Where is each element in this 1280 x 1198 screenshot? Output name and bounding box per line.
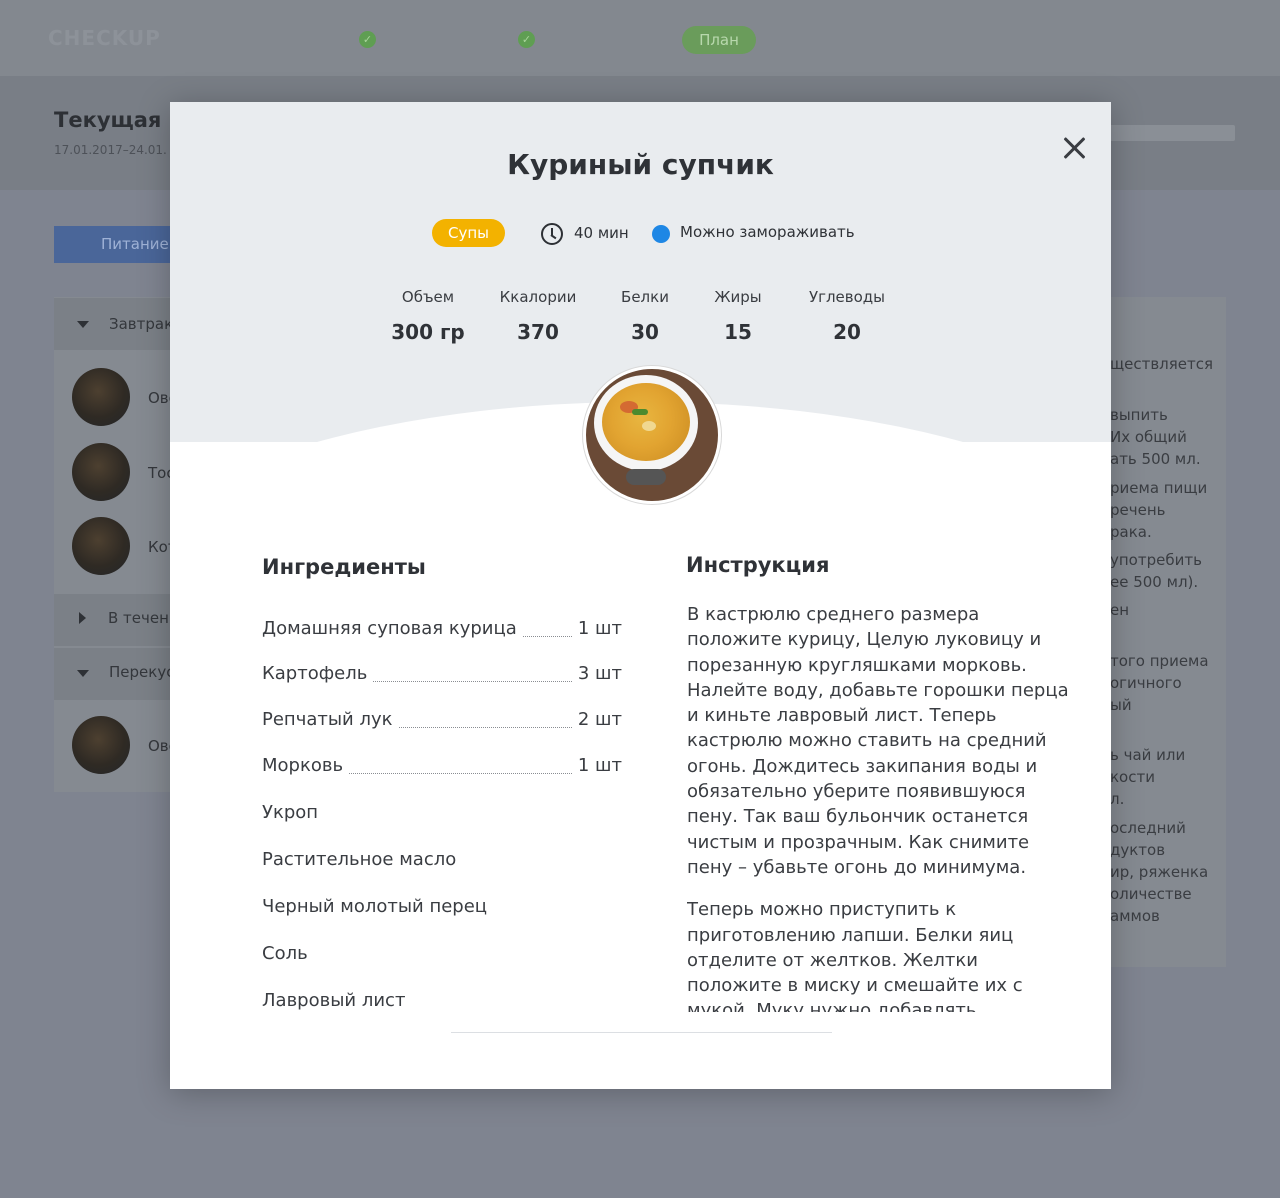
meal-thumbnail (72, 517, 130, 575)
nutrition-label-volume: Объем (401, 288, 455, 306)
recommendation-text: ир, ряженка (1110, 863, 1209, 881)
recommendation-text: риема пищи (1110, 479, 1208, 497)
page-dates: 17.01.2017–24.01. (54, 143, 167, 157)
ingredient-quantity: 1 шт (571, 755, 622, 776)
meal-thumbnail (72, 443, 130, 501)
recommendation-text: выпить (1110, 406, 1168, 424)
category-badge[interactable]: Супы (432, 219, 505, 247)
recommendation-text: ать 500 мл. (1110, 450, 1201, 468)
ingredient-row: Картофель 3 шт (262, 663, 622, 687)
nutrition-value-volume: 300 гр (391, 320, 465, 344)
plan-step-pill[interactable]: План (682, 26, 756, 54)
ingredients-heading: Ингредиенты (262, 555, 426, 579)
recommendation-text: дуктов (1110, 841, 1166, 859)
nutrition-label-carbs: Углеводы (808, 288, 886, 306)
ingredient-quantity: 1 шт (571, 618, 622, 639)
ingredient-name: Черный молотый перец (262, 896, 494, 917)
recommendation-text: Их общий (1110, 428, 1187, 446)
instruction-paragraph: В кастрюлю среднего размера положите кур… (687, 604, 1069, 878)
ingredient-row: Репчатый лук 2 шт (262, 709, 622, 733)
soup-detail (632, 409, 648, 415)
ingredient-row: Соль (262, 943, 622, 967)
clock-icon (541, 223, 563, 245)
nutrition-value-calories: 370 (517, 320, 559, 344)
instructions-heading: Инструкция (686, 553, 830, 577)
nutrition-value-carbs: 20 (833, 320, 861, 344)
soup-detail (642, 421, 656, 431)
ingredient-name: Растительное масло (262, 849, 463, 870)
ingredient-row: Морковь 1 шт (262, 755, 622, 779)
meal-group-label: В течени (108, 609, 179, 627)
spoon-shape (626, 469, 666, 485)
top-navigation-bar: CHECKUP ✓ ✓ План (0, 0, 1280, 76)
tab-nutrition[interactable]: Питание (54, 226, 174, 263)
ingredient-name: Соль (262, 943, 314, 964)
freeze-indicator-icon (652, 225, 670, 243)
recommendation-text: употребить (1110, 551, 1202, 569)
recommendation-text: оличестве (1110, 885, 1192, 903)
ingredient-row: Лавровый лист (262, 990, 622, 1014)
page-title: Текущая н (54, 108, 184, 132)
ingredient-name: Домашняя суповая курица (262, 618, 523, 639)
recommendation-text: рака. (1110, 523, 1152, 541)
cooking-time: 40 мин (574, 224, 629, 242)
freeze-label: Можно замораживать (680, 223, 855, 241)
ingredient-row: Растительное масло (262, 849, 622, 873)
nutrition-label-fat: Жиры (714, 288, 762, 306)
chevron-down-icon (77, 321, 89, 328)
meal-thumbnail (72, 716, 130, 774)
ingredient-name: Репчатый лук (262, 709, 399, 730)
ingredient-name: Картофель (262, 663, 374, 684)
search-bar[interactable] (1102, 125, 1235, 141)
ingredient-row: Домашняя суповая курица 1 шт (262, 618, 622, 642)
ingredient-row: Черный молотый перец (262, 896, 622, 920)
recommendation-text: ее 500 мл). (1110, 573, 1199, 591)
chevron-down-icon (77, 670, 89, 677)
step-2-check-icon: ✓ (518, 31, 535, 48)
recommendation-text: аммов (1110, 907, 1160, 925)
recommendation-text: огичного (1110, 674, 1182, 692)
nutrition-label-calories: Ккалории (499, 288, 577, 306)
dish-title: Куриный супчик (507, 148, 774, 181)
meal-group-label: Завтрак (109, 315, 174, 333)
ingredient-quantity: 2 шт (571, 709, 622, 730)
recommendation-text: того приема (1110, 652, 1209, 670)
ingredient-name: Морковь (262, 755, 350, 776)
app-logo[interactable]: CHECKUP (48, 26, 161, 50)
nutrition-value-fat: 15 (724, 320, 752, 344)
ingredient-quantity: 3 шт (571, 663, 622, 684)
instructions-text: В кастрюлю среднего размера положите кур… (687, 602, 1077, 1012)
recommendation-text: оследний (1110, 819, 1186, 837)
meal-thumbnail (72, 368, 130, 426)
ingredient-name: Укроп (262, 802, 325, 823)
recommendation-text: ь чай или (1110, 746, 1186, 764)
recommendation-text: ый (1110, 696, 1132, 714)
recommendation-text: ен (1110, 601, 1130, 619)
chevron-right-icon (79, 612, 86, 624)
recipe-modal: Куриный супчик Супы 40 мин Можно замораж… (170, 102, 1111, 1089)
recommendation-text: л. (1110, 790, 1125, 808)
recommendation-text: речень (1110, 501, 1166, 519)
step-1-check-icon: ✓ (359, 31, 376, 48)
ingredient-name: Лавровый лист (262, 990, 412, 1011)
modal-footer-divider (451, 1032, 832, 1033)
ingredient-row: Укроп (262, 802, 622, 826)
recommendation-text: кости (1110, 768, 1155, 786)
dish-photo (583, 366, 721, 504)
recommendation-text: ществляется (1110, 355, 1214, 373)
meal-group-label: Перекус (109, 663, 175, 681)
instruction-paragraph: Теперь можно приступить к приготовлению … (687, 899, 1023, 1012)
